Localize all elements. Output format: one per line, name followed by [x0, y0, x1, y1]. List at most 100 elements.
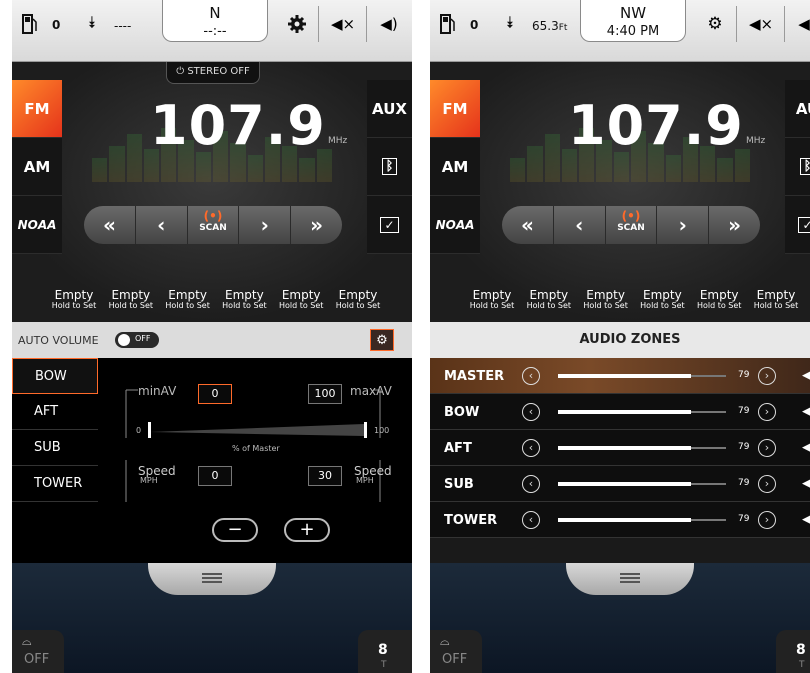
tune-down-button[interactable]: ‹ [554, 206, 606, 244]
cruise-control-button[interactable]: ⌓ OFF [430, 630, 482, 673]
frequency-unit: MHz [328, 136, 348, 146]
preset-4[interactable]: Empty Hold to Set [634, 288, 690, 310]
speaker-icon[interactable]: ◀) [802, 440, 810, 455]
speaker-icon[interactable]: ◀) [802, 368, 810, 383]
volume-up-button[interactable]: › [758, 367, 776, 385]
volume-down-button[interactable]: ‹ [522, 511, 540, 529]
band-am-button[interactable]: AM [430, 138, 480, 196]
zone-volume-slider[interactable] [558, 446, 726, 450]
seek-back-button[interactable]: « [502, 206, 554, 244]
speed-max-unit: MPH [356, 476, 374, 485]
zone-volume-fill [558, 446, 691, 450]
preset-6[interactable]: Empty Hold to Set [330, 288, 386, 310]
volume-down-button[interactable]: ‹ [522, 403, 540, 421]
av-range-slider[interactable] [146, 420, 370, 440]
preset-2[interactable]: Empty Hold to Set [521, 288, 577, 310]
zone-volume-slider[interactable] [558, 374, 726, 378]
volume-down-button[interactable]: ‹ [522, 439, 540, 457]
speaker-icon[interactable]: ◀) [802, 404, 810, 419]
preset-6[interactable]: Empty Hold to Set [748, 288, 804, 310]
zone-volume-slider[interactable] [558, 518, 726, 522]
menu-icon [620, 573, 640, 575]
zone-sub-tab[interactable]: SUB [12, 430, 98, 466]
decrease-button[interactable]: − [212, 518, 258, 542]
zone-volume-value: 79 [738, 478, 750, 488]
volume-up-button[interactable]: › [758, 403, 776, 421]
source-aux-button[interactable]: AUX [367, 80, 412, 138]
volume-up-button[interactable]: › [758, 475, 776, 493]
tune-up-button[interactable]: › [657, 206, 710, 244]
settings-button[interactable]: ⚙ [696, 8, 734, 40]
volume-down-button[interactable]: ‹ [522, 475, 540, 493]
preset-1[interactable]: Empty Hold to Set [46, 288, 102, 310]
band-fm-button[interactable]: FM [12, 80, 62, 138]
scale-max-label: 100 [374, 426, 390, 435]
preset-list: Empty Hold to Set Empty Hold to Set Empty H… [464, 288, 804, 310]
settings-button[interactable] [278, 8, 316, 40]
speaker-icon[interactable]: ◀) [802, 512, 810, 527]
right-screen: 0 ⯯ 65.3Ft NW 4:40 PM ⚙ ◀× ◀) FM AM NOAA… [430, 0, 810, 673]
zone-volume-slider[interactable] [558, 482, 726, 486]
power-icon: ⏻ [176, 66, 188, 77]
seek-forward-button[interactable]: » [709, 206, 760, 244]
cruise-control-button[interactable]: ⌓ OFF [12, 630, 64, 673]
band-noaa-button[interactable]: NOAA [430, 196, 480, 254]
zone-aft-tab[interactable]: AFT [12, 394, 98, 430]
zone-volume-value: 79 [738, 406, 750, 416]
volume-up-button[interactable]: › [758, 439, 776, 457]
min-av-label: minAV [138, 384, 177, 398]
increase-button[interactable]: + [284, 518, 330, 542]
speed-min-input[interactable]: 0 [198, 466, 232, 486]
status-bar: 0 ⯯ 65.3Ft NW 4:40 PM ⚙ ◀× ◀) [430, 0, 810, 62]
zone-tower-tab[interactable]: TOWER [12, 466, 98, 502]
scan-icon: (•) [203, 209, 223, 223]
audio-zones-title: AUDIO ZONES [430, 322, 810, 358]
drawer-handle[interactable] [148, 563, 276, 595]
drawer-handle[interactable] [566, 563, 694, 595]
bluetooth-icon: ᛒ [799, 158, 810, 175]
cruise-status: OFF [442, 652, 468, 667]
speedometer-icon: ⌓ [440, 634, 450, 648]
scan-button[interactable]: (•) SCAN [188, 206, 240, 244]
preset-1[interactable]: Empty Hold to Set [464, 288, 520, 310]
zone-name: TOWER [444, 513, 498, 528]
volume-down-button[interactable]: ‹ [522, 367, 540, 385]
tune-up-button[interactable]: › [239, 206, 292, 244]
auto-volume-settings-button[interactable]: ⚙ [370, 329, 394, 351]
zone-volume-slider[interactable] [558, 410, 726, 414]
speaker-icon[interactable]: ◀) [802, 476, 810, 491]
gear-icon: ⚙ [707, 14, 723, 34]
volume-up-button[interactable]: › [758, 511, 776, 529]
seek-forward-button[interactable]: » [291, 206, 342, 244]
preset-4[interactable]: Empty Hold to Set [216, 288, 272, 310]
zone-bow-tab[interactable]: BOW [12, 358, 98, 394]
zone-name: AFT [444, 441, 472, 456]
preset-2[interactable]: Empty Hold to Set [103, 288, 159, 310]
stereo-button[interactable]: ⏻ STEREO OFF [166, 62, 260, 84]
speed-max-input[interactable]: 30 [308, 466, 342, 486]
tune-down-button[interactable]: ‹ [136, 206, 188, 244]
band-am-button[interactable]: AM [12, 138, 62, 196]
preset-3[interactable]: Empty Hold to Set [578, 288, 634, 310]
volume-button[interactable]: ◀) [788, 8, 810, 40]
seek-back-button[interactable]: « [84, 206, 136, 244]
mute-button[interactable]: ◀× [742, 8, 780, 40]
source-aux-button[interactable]: AU [785, 80, 810, 138]
mute-button[interactable]: ◀× [324, 8, 362, 40]
auto-volume-toggle[interactable]: OFF [115, 332, 159, 348]
scan-button[interactable]: (•) SCAN [606, 206, 658, 244]
source-usb-button[interactable]: ✓ [367, 196, 412, 254]
min-av-input[interactable]: 0 [198, 384, 232, 404]
source-bluetooth-button[interactable]: ᛒ [785, 138, 810, 196]
clock-value: --:-- [203, 24, 227, 39]
max-av-input[interactable]: 100 [308, 384, 342, 404]
source-usb-button[interactable]: ✓ [785, 196, 810, 254]
band-fm-button[interactable]: FM [430, 80, 480, 138]
band-noaa-button[interactable]: NOAA [12, 196, 62, 254]
source-bluetooth-button[interactable]: ᛒ [367, 138, 412, 196]
heading-value: N [209, 4, 221, 22]
preset-5[interactable]: Empty Hold to Set [273, 288, 329, 310]
preset-3[interactable]: Empty Hold to Set [160, 288, 216, 310]
preset-5[interactable]: Empty Hold to Set [691, 288, 747, 310]
volume-button[interactable]: ◀) [370, 8, 408, 40]
